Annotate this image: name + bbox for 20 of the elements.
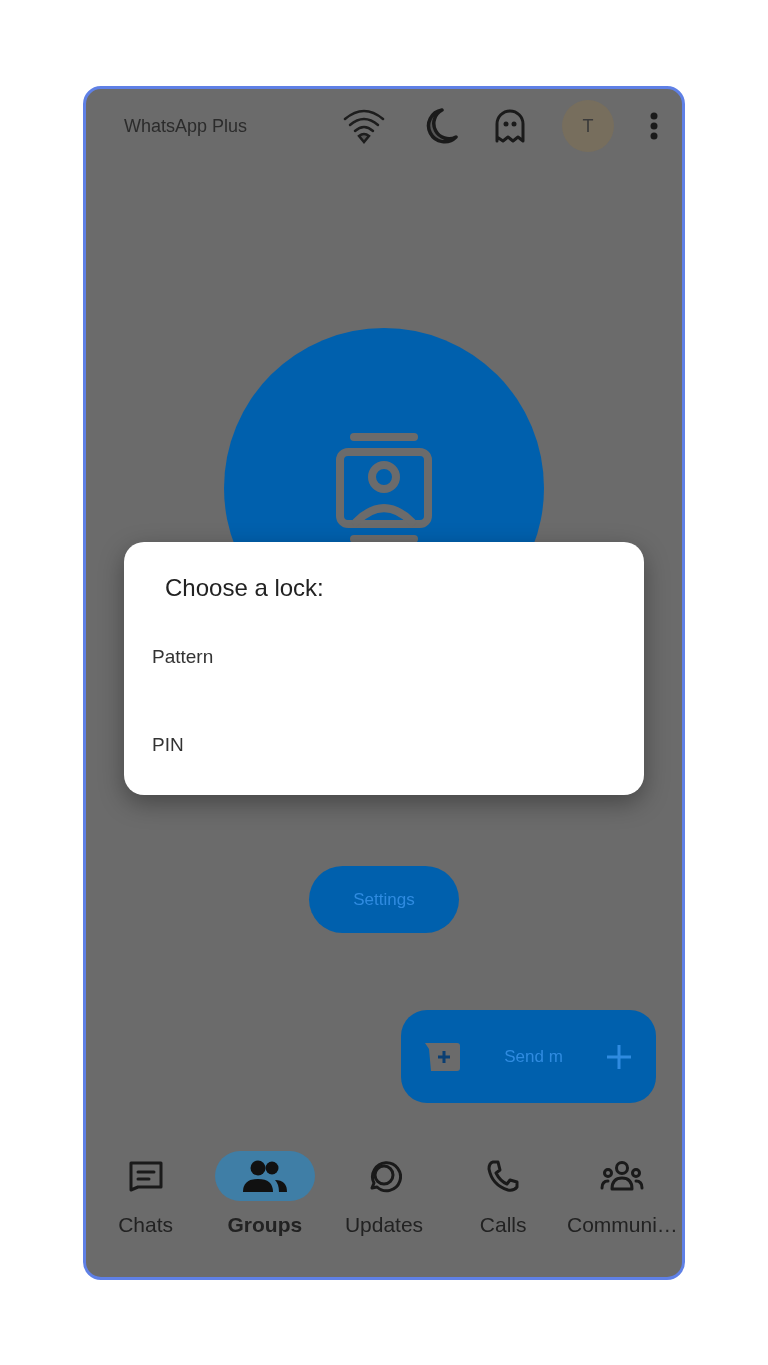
chat-icon — [127, 1160, 164, 1192]
nav-tab[interactable]: Calls — [443, 1151, 563, 1241]
lock-option[interactable]: PIN — [152, 731, 184, 760]
lock-option[interactable]: Pattern — [152, 642, 214, 672]
nav-tab[interactable]: Chats — [86, 1151, 206, 1241]
dialog-title: Choose a lock: — [165, 574, 325, 603]
message-plus-icon — [425, 1042, 461, 1071]
app-title: WhatsApp Plus — [124, 114, 248, 138]
avatar[interactable]: T — [562, 100, 614, 152]
plus-icon — [606, 1043, 632, 1070]
people-icon — [240, 1159, 289, 1193]
wifi-icon[interactable] — [342, 108, 386, 144]
more-icon[interactable] — [650, 112, 658, 140]
ghost-icon[interactable] — [494, 108, 526, 144]
portrait-icon — [334, 432, 434, 544]
phone-icon — [486, 1159, 521, 1193]
nav-tab[interactable]: Groups — [205, 1151, 325, 1241]
nav-tab[interactable]: Communi… — [562, 1151, 682, 1241]
community-icon — [599, 1160, 646, 1192]
nav-tab[interactable]: Updates — [324, 1151, 444, 1241]
